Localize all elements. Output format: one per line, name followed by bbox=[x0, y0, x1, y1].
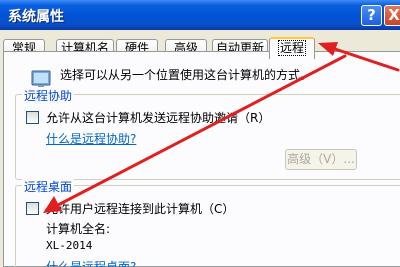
remote-assistance-title: 远程协助 bbox=[22, 87, 75, 104]
tab-remote[interactable]: 远程 bbox=[269, 37, 315, 59]
remote-desktop-title: 远程桌面 bbox=[22, 178, 75, 195]
title-bar[interactable]: 系统属性 ? X bbox=[0, 0, 400, 30]
remote-desktop-group: 远程桌面 允许用户远程连接到此计算机（C） 计算机全名: XL-2014 什么是… bbox=[15, 178, 400, 267]
remote-desktop-checkbox[interactable] bbox=[26, 202, 39, 215]
intro-text: 选择可以从另一个位置使用这台计算机的方式。 bbox=[60, 68, 313, 82]
dialog-content: 常规 计算机名 硬件 高级 自动更新 远程 选择可以从另一个位置使用这台计算机的… bbox=[0, 30, 400, 267]
advanced-button[interactable]: 高级（V）... bbox=[285, 149, 357, 170]
close-button[interactable]: X bbox=[384, 5, 400, 26]
full-computer-name-value: XL-2014 bbox=[46, 239, 93, 252]
remote-desktop-checkbox-label[interactable]: 允许用户远程连接到此计算机（C） bbox=[46, 200, 234, 217]
remote-assistance-checkbox[interactable] bbox=[26, 111, 39, 124]
remote-assistance-group: 远程协助 允许从这台计算机发送远程协助邀请（R） 什么是远程协助? 高级（V）.… bbox=[15, 87, 400, 180]
remote-assistance-checkbox-label[interactable]: 允许从这台计算机发送远程协助邀请（R） bbox=[46, 109, 270, 126]
full-computer-name-label: 计算机全名: bbox=[46, 222, 111, 236]
tab-label: 远程 bbox=[277, 40, 306, 56]
what-is-remote-desktop-link[interactable]: 什么是远程桌面? bbox=[46, 258, 136, 267]
what-is-remote-assistance-link[interactable]: 什么是远程协助? bbox=[46, 130, 136, 147]
tab-panel-remote: 选择可以从另一个位置使用这台计算机的方式。 远程协助 允许从这台计算机发送远程协… bbox=[3, 51, 400, 267]
help-button[interactable]: ? bbox=[361, 5, 382, 26]
window-title: 系统属性 bbox=[8, 9, 64, 25]
